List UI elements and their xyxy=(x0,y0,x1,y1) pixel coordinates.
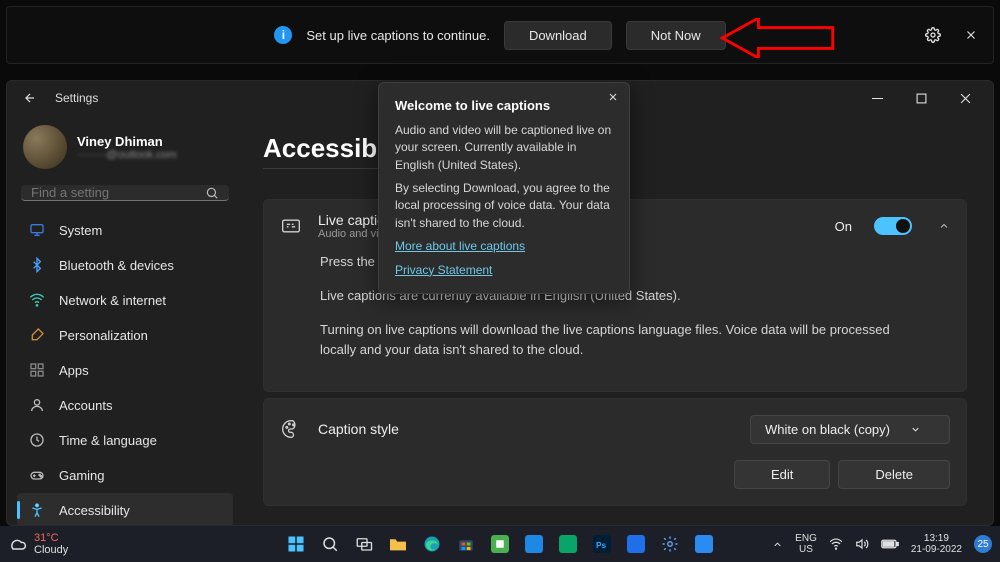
store-icon[interactable] xyxy=(452,530,480,558)
sidebar-item-label: Bluetooth & devices xyxy=(59,258,174,273)
notification-badge[interactable]: 25 xyxy=(974,535,992,553)
person-icon xyxy=(29,397,45,413)
taskbar-right: ENG US 13:19 21-09-2022 25 xyxy=(772,533,992,555)
start-button[interactable] xyxy=(282,530,310,558)
user-account-row[interactable]: Viney Dhiman ········@outlook.com xyxy=(17,121,233,181)
tooltip-paragraph-2: By selecting Download, you agree to the … xyxy=(395,180,613,232)
welcome-tooltip: Welcome to live captions Audio and video… xyxy=(378,82,630,294)
sidebar-item-label: Network & internet xyxy=(59,293,166,308)
camtasia-icon[interactable] xyxy=(486,530,514,558)
tooltip-paragraph-1: Audio and video will be captioned live o… xyxy=(395,122,613,174)
taskbar-center: Ps xyxy=(282,530,718,558)
weather-widget[interactable]: 31°C Cloudy xyxy=(8,532,68,556)
sidebar-item-system[interactable]: System xyxy=(17,213,233,247)
user-email: ········@outlook.com xyxy=(77,149,177,161)
not-now-button[interactable]: Not Now xyxy=(626,21,726,50)
explorer-icon[interactable] xyxy=(384,530,412,558)
settings-gear-icon[interactable] xyxy=(921,23,945,47)
captions-icon xyxy=(280,215,302,237)
taskbar-search-icon[interactable] xyxy=(316,530,344,558)
edge-icon[interactable] xyxy=(418,530,446,558)
setup-message: Set up live captions to continue. xyxy=(306,28,490,43)
sidebar-item-globe-clock[interactable]: Time & language xyxy=(17,423,233,457)
search-box[interactable] xyxy=(21,185,229,201)
caption-style-select[interactable]: White on black (copy) xyxy=(750,415,950,444)
live-captions-setup-bar: i Set up live captions to continue. Down… xyxy=(6,6,994,64)
delete-button[interactable]: Delete xyxy=(838,460,950,489)
weather-temp: 31°C xyxy=(34,532,68,544)
clock[interactable]: 13:19 21-09-2022 xyxy=(911,533,962,555)
chevron-up-icon[interactable] xyxy=(938,220,950,232)
back-button[interactable] xyxy=(23,91,37,105)
sidebar-item-person[interactable]: Accounts xyxy=(17,388,233,422)
window-maximize-button[interactable] xyxy=(899,83,943,113)
wifi-icon xyxy=(29,292,45,308)
search-input[interactable] xyxy=(31,185,201,200)
caption-style-value: White on black (copy) xyxy=(765,422,890,437)
window-title: Settings xyxy=(55,91,98,105)
palette-icon xyxy=(280,418,302,440)
sidebar-item-accessibility[interactable]: Accessibility xyxy=(17,493,233,525)
sidebar-item-label: Personalization xyxy=(59,328,148,343)
captions-close-icon[interactable] xyxy=(959,23,983,47)
tooltip-title: Welcome to live captions xyxy=(395,98,550,113)
svg-text:Ps: Ps xyxy=(596,541,607,550)
search-icon xyxy=(205,186,219,200)
sidebar: Viney Dhiman ········@outlook.com System… xyxy=(7,115,243,525)
app-icon-4[interactable] xyxy=(690,530,718,558)
grid-icon xyxy=(29,362,45,378)
live-captions-toggle[interactable] xyxy=(874,217,912,235)
window-minimize-button[interactable] xyxy=(855,83,899,113)
title-underline xyxy=(263,168,383,169)
caption-style-title: Caption style xyxy=(318,421,734,437)
settings-taskbar-icon[interactable] xyxy=(656,530,684,558)
task-view-icon[interactable] xyxy=(350,530,378,558)
volume-tray-icon[interactable] xyxy=(855,537,869,551)
app-icon-3[interactable] xyxy=(622,530,650,558)
app-icon-2[interactable] xyxy=(554,530,582,558)
bluetooth-icon xyxy=(29,257,45,273)
weather-cond: Cloudy xyxy=(34,544,68,556)
caption-style-card: Caption style White on black (copy) Edit… xyxy=(263,398,967,506)
gamepad-icon xyxy=(29,467,45,483)
sidebar-item-brush[interactable]: Personalization xyxy=(17,318,233,352)
tooltip-close-icon[interactable] xyxy=(607,91,619,103)
battery-tray-icon[interactable] xyxy=(881,538,899,550)
brush-icon xyxy=(29,327,45,343)
nav-list: System Bluetooth & devices Network & inter… xyxy=(17,213,233,525)
more-about-link[interactable]: More about live captions xyxy=(395,238,613,255)
edit-button[interactable]: Edit xyxy=(734,460,830,489)
system-icon xyxy=(29,222,45,238)
sidebar-item-grid[interactable]: Apps xyxy=(17,353,233,387)
wifi-tray-icon[interactable] xyxy=(829,537,843,551)
download-button[interactable]: Download xyxy=(504,21,612,50)
tray-chevron-icon[interactable] xyxy=(772,539,783,550)
sidebar-item-label: Time & language xyxy=(59,433,157,448)
privacy-statement-link[interactable]: Privacy Statement xyxy=(395,262,613,279)
sidebar-item-label: Apps xyxy=(59,363,89,378)
lc-line3: Turning on live captions will download t… xyxy=(320,320,910,360)
taskbar: 31°C Cloudy Ps ENG US 13:19 21-09-2022 2… xyxy=(0,526,1000,562)
accessibility-icon xyxy=(29,502,45,518)
sidebar-item-label: Gaming xyxy=(59,468,105,483)
app-icon-1[interactable] xyxy=(520,530,548,558)
sidebar-item-label: Accounts xyxy=(59,398,112,413)
chevron-down-icon xyxy=(910,424,921,435)
info-icon: i xyxy=(274,26,292,44)
user-name: Viney Dhiman xyxy=(77,134,177,149)
sidebar-item-label: System xyxy=(59,223,102,238)
cloud-icon xyxy=(8,534,28,554)
photoshop-icon[interactable]: Ps xyxy=(588,530,616,558)
toggle-label: On xyxy=(835,219,852,234)
globe-clock-icon xyxy=(29,432,45,448)
window-close-button[interactable] xyxy=(943,83,987,113)
avatar xyxy=(23,125,67,169)
sidebar-item-bluetooth[interactable]: Bluetooth & devices xyxy=(17,248,233,282)
sidebar-item-wifi[interactable]: Network & internet xyxy=(17,283,233,317)
sidebar-item-gamepad[interactable]: Gaming xyxy=(17,458,233,492)
language-indicator[interactable]: ENG US xyxy=(795,533,817,555)
sidebar-item-label: Accessibility xyxy=(59,503,130,518)
